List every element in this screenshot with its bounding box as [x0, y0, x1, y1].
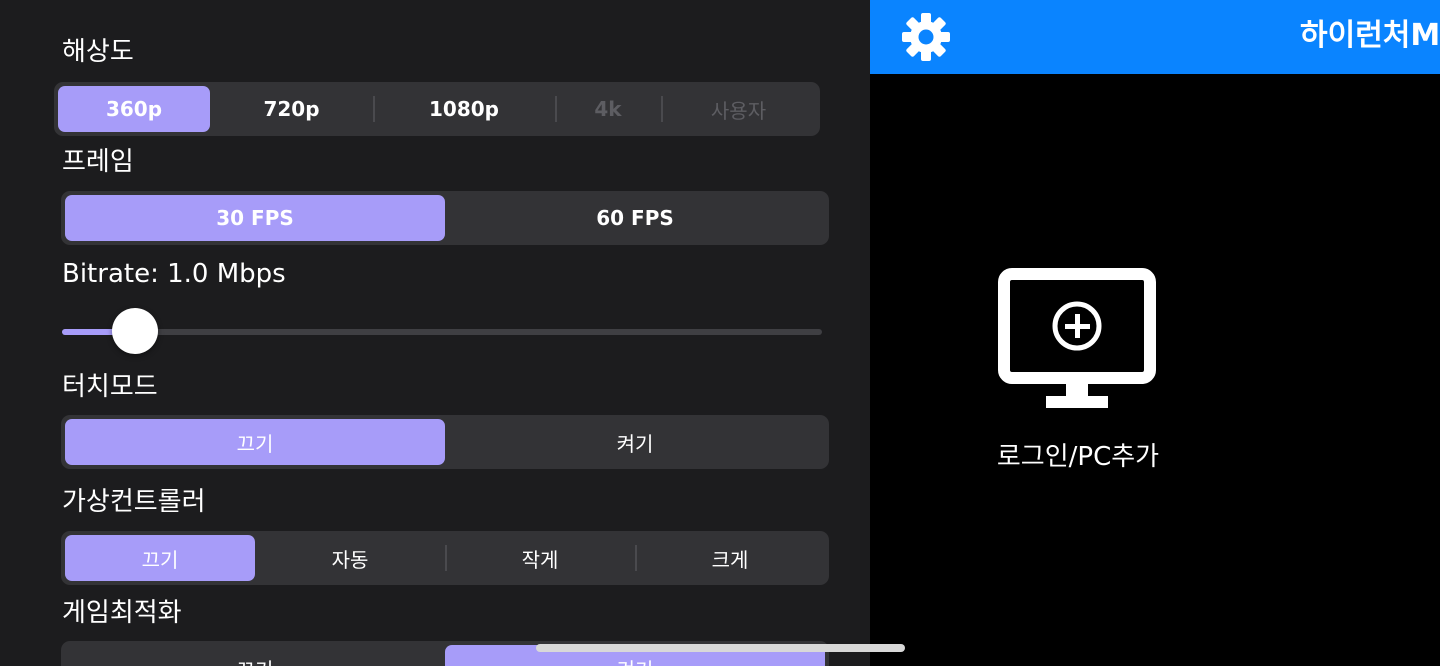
resolution-option-360p[interactable]: 360p: [58, 86, 210, 132]
virtual-controller-option-small[interactable]: 작게: [445, 535, 635, 581]
settings-panel: 해상도 360p 720p 1080p 4k 사용자 프레임 30 FPS 60…: [0, 0, 870, 666]
bitrate-label: Bitrate: 1.0 Mbps: [62, 259, 286, 289]
resolution-option-4k[interactable]: 4k: [555, 86, 661, 132]
app-header: 하이런처M: [870, 0, 1440, 74]
screen: 해상도 360p 720p 1080p 4k 사용자 프레임 30 FPS 60…: [0, 0, 1440, 666]
app-panel: 하이런처M 로그인/PC추가: [870, 0, 1440, 666]
resolution-segmented-control: 360p 720p 1080p 4k 사용자: [54, 82, 820, 136]
bitrate-slider[interactable]: [62, 306, 822, 356]
frame-option-60fps[interactable]: 60 FPS: [445, 195, 825, 241]
touch-mode-option-on[interactable]: 켜기: [445, 419, 825, 465]
game-optimization-option-off[interactable]: 끄기: [65, 645, 445, 666]
resolution-option-custom[interactable]: 사용자: [661, 86, 816, 132]
virtual-controller-option-auto[interactable]: 자동: [255, 535, 445, 581]
bitrate-slider-thumb[interactable]: [111, 308, 158, 354]
bitrate-slider-track: [62, 329, 822, 335]
virtual-controller-option-off[interactable]: 끄기: [65, 535, 255, 581]
touch-mode-segmented-control: 끄기 켜기: [61, 415, 829, 469]
app-title: 하이런처M: [1300, 18, 1440, 53]
resolution-option-720p[interactable]: 720p: [210, 86, 373, 132]
add-pc-button[interactable]: 로그인/PC추가: [980, 266, 1180, 486]
virtual-controller-segmented-control: 끄기 자동 작게 크게: [61, 531, 829, 585]
gear-icon[interactable]: [900, 11, 952, 63]
home-indicator[interactable]: [536, 644, 905, 652]
touch-mode-label: 터치모드: [62, 372, 158, 402]
frame-label: 프레임: [62, 147, 134, 177]
virtual-controller-option-large[interactable]: 크게: [635, 535, 825, 581]
touch-mode-option-off[interactable]: 끄기: [65, 419, 445, 465]
resolution-label: 해상도: [62, 37, 134, 67]
virtual-controller-label: 가상컨트롤러: [62, 487, 206, 517]
add-pc-label: 로그인/PC추가: [996, 442, 1160, 472]
frame-option-30fps[interactable]: 30 FPS: [65, 195, 445, 241]
monitor-plus-icon: [998, 268, 1156, 408]
game-optimization-label: 게임최적화: [62, 598, 182, 628]
resolution-option-1080p[interactable]: 1080p: [373, 86, 555, 132]
frame-segmented-control: 30 FPS 60 FPS: [61, 191, 829, 245]
